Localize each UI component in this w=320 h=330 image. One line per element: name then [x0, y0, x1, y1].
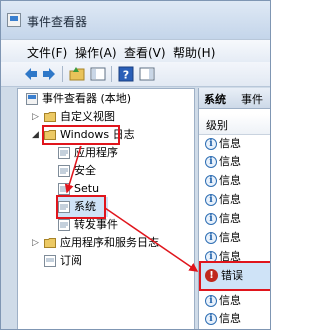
log-icon	[58, 183, 70, 195]
list-item-level: 信息	[219, 155, 241, 168]
event-viewer-window: 事件查看器 文件(F) 操作(A) 查看(V) 帮助(H) ? 事件查看器 (本…	[0, 0, 271, 330]
menu-file[interactable]: 文件(F)	[27, 44, 67, 61]
expand-arrow-icon[interactable]: ▷	[32, 109, 39, 125]
info-icon: i	[205, 213, 217, 225]
highlight-box-error	[199, 261, 270, 291]
tree-item-application-label: 应用程序	[74, 146, 118, 159]
highlight-box-system	[56, 195, 106, 219]
svg-text:?: ?	[123, 69, 129, 82]
toolbar-separator	[111, 66, 112, 82]
list-item-level: 信息	[219, 231, 241, 244]
info-icon: i	[205, 232, 217, 244]
show-action-pane-icon[interactable]	[139, 66, 155, 82]
collapse-arrow-icon[interactable]: ◢	[32, 127, 39, 143]
event-viewer-icon	[7, 13, 21, 27]
back-arrow-icon[interactable]	[23, 66, 39, 82]
toolbar-separator	[62, 66, 63, 82]
tree-item-security-label: 安全	[74, 164, 96, 177]
tab-events[interactable]: 事件	[241, 91, 263, 107]
expand-arrow-icon[interactable]: ▷	[32, 235, 39, 251]
column-header-level[interactable]: 级别	[199, 114, 270, 135]
window-title: 事件查看器	[27, 15, 88, 29]
tree-item-root-label: 事件查看器 (本地)	[42, 92, 132, 105]
info-icon: i	[205, 138, 217, 150]
log-icon	[58, 219, 70, 231]
info-icon: i	[205, 175, 217, 187]
column-header-level-label: 级别	[206, 119, 228, 132]
navigation-tree: 事件查看器 (本地) ▷ 自定义视图 ◢ Windows 日志 应用程序 安全	[17, 88, 195, 329]
title-bar: 事件查看器	[1, 1, 270, 39]
highlight-box-windows-logs	[42, 125, 120, 145]
list-item-level: 信息	[219, 174, 241, 187]
list-item-level: 信息	[219, 212, 241, 225]
tab-system[interactable]: 系统	[204, 91, 226, 107]
info-icon: i	[205, 295, 217, 307]
event-list-pane: 系统 事件 级别 i 信息 i 信息 i 信息 i 信息 i 信息 i 信息 i…	[198, 88, 270, 329]
tree-item-apps-services-label: 应用程序和服务日志	[60, 236, 159, 249]
menu-view[interactable]: 查看(V)	[124, 44, 166, 61]
list-item-level: 信息	[219, 137, 241, 150]
log-icon	[58, 147, 70, 159]
menu-help[interactable]: 帮助(H)	[173, 44, 215, 61]
info-icon: i	[205, 194, 217, 206]
tree-item-subscriptions-label: 订阅	[60, 254, 82, 267]
info-icon: i	[205, 156, 217, 168]
help-icon[interactable]: ?	[118, 66, 134, 82]
list-item-level: 信息	[219, 193, 241, 206]
event-viewer-icon	[26, 93, 38, 105]
show-hide-tree-icon[interactable]	[90, 66, 106, 82]
tree-item-custom-views-label: 自定义视图	[60, 110, 115, 123]
subscription-icon	[44, 255, 56, 267]
log-icon	[58, 165, 70, 177]
list-item-level: 信息	[219, 294, 241, 307]
menu-action[interactable]: 操作(A)	[75, 44, 117, 61]
folder-icon	[44, 112, 56, 122]
tab-header: 系统 事件	[199, 88, 270, 109]
forward-arrow-icon[interactable]	[41, 66, 57, 82]
toolbar: ?	[1, 62, 270, 87]
tree-item-forwarded-label: 转发事件	[74, 218, 118, 231]
info-icon: i	[205, 313, 217, 325]
list-item-level: 信息	[219, 312, 241, 325]
folder-icon	[44, 238, 56, 248]
folder-up-icon[interactable]	[69, 66, 85, 82]
menu-bar: 文件(F) 操作(A) 查看(V) 帮助(H)	[1, 39, 270, 63]
